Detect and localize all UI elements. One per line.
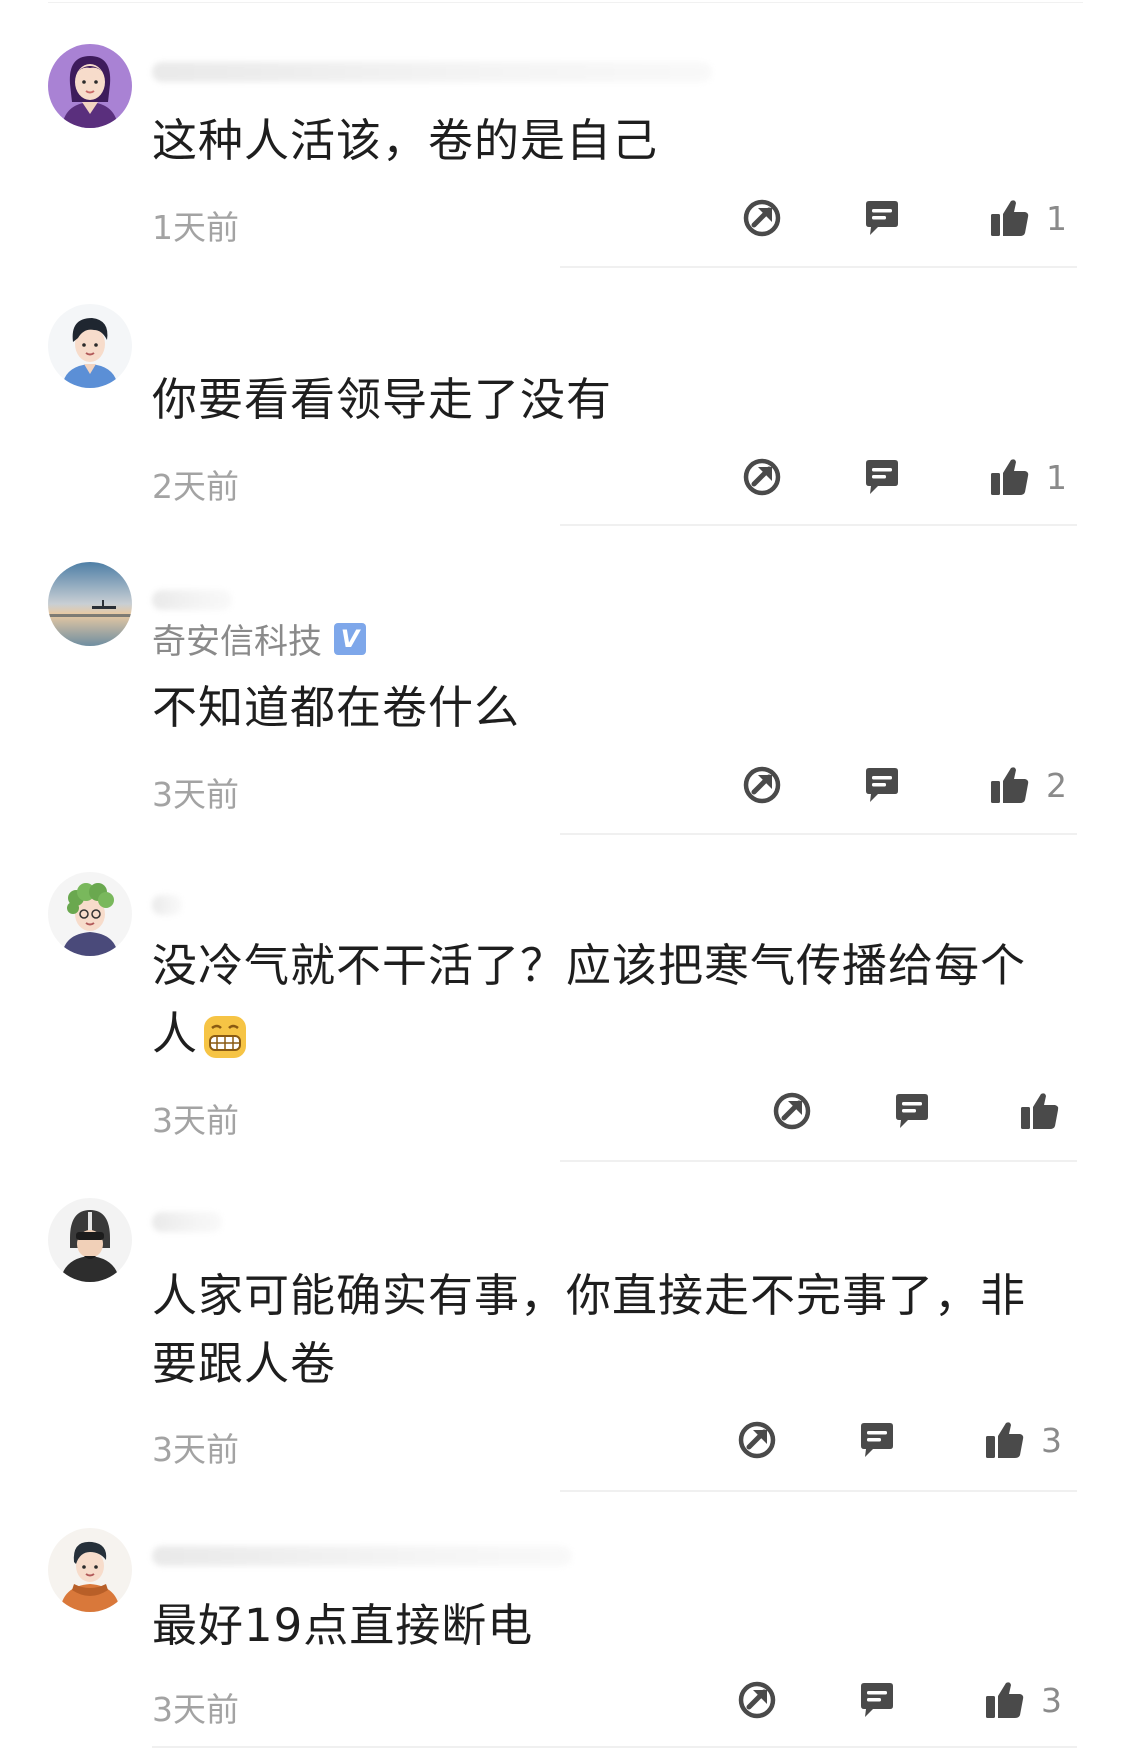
like-icon <box>986 1682 1024 1718</box>
like-icon <box>991 200 1029 236</box>
like-button[interactable] <box>1018 1086 1076 1136</box>
reply-button[interactable] <box>855 1675 899 1725</box>
avatar[interactable] <box>48 562 132 646</box>
divider <box>560 524 1077 526</box>
reply-button[interactable] <box>860 193 904 243</box>
like-count: 1 <box>1046 457 1067 497</box>
like-button[interactable]: 3 <box>983 1675 1062 1725</box>
divider <box>560 833 1077 835</box>
share-button[interactable] <box>740 452 784 502</box>
action-bar: 1 <box>740 193 1080 243</box>
divider <box>48 2 1083 3</box>
share-icon <box>773 1092 811 1130</box>
comment-meta: 2天前 1 <box>152 452 1080 507</box>
like-icon <box>1021 1093 1059 1129</box>
reply-button[interactable] <box>890 1086 934 1136</box>
timestamp: 3天前 <box>152 775 239 814</box>
share-button[interactable] <box>740 193 784 243</box>
verified-v-icon: V <box>334 622 366 655</box>
timestamp: 3天前 <box>152 1690 239 1729</box>
share-icon <box>743 458 781 496</box>
comment-text-content: 没冷气就不干活了？应该把寒气传播给每个人 <box>152 939 1027 1060</box>
action-bar: 3 <box>735 1675 1075 1725</box>
timestamp: 3天前 <box>152 1430 239 1469</box>
grin-emoji-icon <box>204 1016 247 1058</box>
like-count: 1 <box>1046 198 1067 238</box>
username-blurred <box>152 895 182 915</box>
avatar-helmet-rider-icon <box>48 1198 132 1282</box>
timestamp: 1天前 <box>152 208 239 247</box>
avatar[interactable] <box>48 44 132 128</box>
share-button[interactable] <box>770 1086 814 1136</box>
reply-icon <box>861 1423 893 1457</box>
comment-text: 你要看看领导走了没有 <box>152 373 613 426</box>
action-bar: 1 <box>740 452 1080 502</box>
comment-meta: 3天前 <box>152 1415 1080 1470</box>
reply-icon <box>866 201 898 235</box>
like-icon <box>986 1422 1024 1458</box>
avatar[interactable] <box>48 872 132 956</box>
share-button[interactable] <box>735 1675 779 1725</box>
timestamp: 3天前 <box>152 1101 239 1140</box>
share-button[interactable] <box>740 760 784 810</box>
share-icon <box>738 1681 776 1719</box>
divider <box>560 1160 1077 1162</box>
action-bar: 2 <box>740 760 1080 810</box>
comment-text: 最好19点直接断电 <box>152 1599 534 1652</box>
like-button[interactable]: 1 <box>988 193 1067 243</box>
like-button[interactable]: 1 <box>988 452 1067 502</box>
like-count: 3 <box>1041 1420 1062 1460</box>
avatar[interactable] <box>48 1528 132 1612</box>
reply-icon <box>866 460 898 494</box>
like-icon <box>991 767 1029 803</box>
avatar-woman-purple-icon <box>48 44 132 128</box>
avatar-curly-hair-man-icon <box>48 872 132 956</box>
username-blurred <box>152 1212 222 1232</box>
like-button[interactable]: 2 <box>988 760 1067 810</box>
avatar[interactable] <box>48 304 132 388</box>
divider <box>560 1490 1077 1492</box>
avatar-sunset-sea-icon <box>48 562 132 646</box>
reply-button[interactable] <box>855 1415 899 1465</box>
avatar-man-blue-icon <box>48 304 132 388</box>
verified-badge: 奇安信科技 V <box>152 614 366 663</box>
share-icon <box>743 766 781 804</box>
reply-button[interactable] <box>860 760 904 810</box>
comment-text: 人家可能确实有事，你直接走不完事了，非要跟人卷 <box>152 1269 1027 1390</box>
reply-icon <box>866 768 898 802</box>
action-bar: 3 <box>735 1415 1075 1465</box>
share-icon <box>738 1421 776 1459</box>
divider <box>560 266 1077 268</box>
avatar-man-orange-hoodie-icon <box>48 1528 132 1612</box>
like-button[interactable]: 3 <box>983 1415 1062 1465</box>
comment-text: 这种人活该，卷的是自己 <box>152 114 659 167</box>
reply-icon <box>861 1683 893 1717</box>
verified-org-name: 奇安信科技 <box>152 622 322 662</box>
username-blurred <box>152 590 232 610</box>
like-icon <box>991 459 1029 495</box>
username-blurred <box>152 1546 572 1566</box>
reply-button[interactable] <box>860 452 904 502</box>
timestamp: 2天前 <box>152 467 239 506</box>
avatar[interactable] <box>48 1198 132 1282</box>
comment-meta: 3天前 <box>152 760 1080 815</box>
action-bar <box>770 1086 1110 1136</box>
divider <box>152 1746 1077 1748</box>
comment-meta: 3天前 <box>152 1675 1080 1730</box>
share-button[interactable] <box>735 1415 779 1465</box>
username-blurred <box>152 62 712 82</box>
share-icon <box>743 199 781 237</box>
like-count: 2 <box>1046 765 1067 805</box>
comment-text: 不知道都在卷什么 <box>152 681 521 734</box>
reply-icon <box>896 1094 928 1128</box>
comment-feed: 这种人活该，卷的是自己 1天前 1 你要看看领导走了没有 2天前 1 奇安信科技… <box>0 0 1125 1751</box>
comment-meta: 1天前 1 <box>152 193 1080 248</box>
comment-text: 没冷气就不干活了？应该把寒气传播给每个人 <box>152 932 1065 1068</box>
like-count: 3 <box>1041 1680 1062 1720</box>
comment-meta: 3天前 <box>152 1086 1080 1140</box>
